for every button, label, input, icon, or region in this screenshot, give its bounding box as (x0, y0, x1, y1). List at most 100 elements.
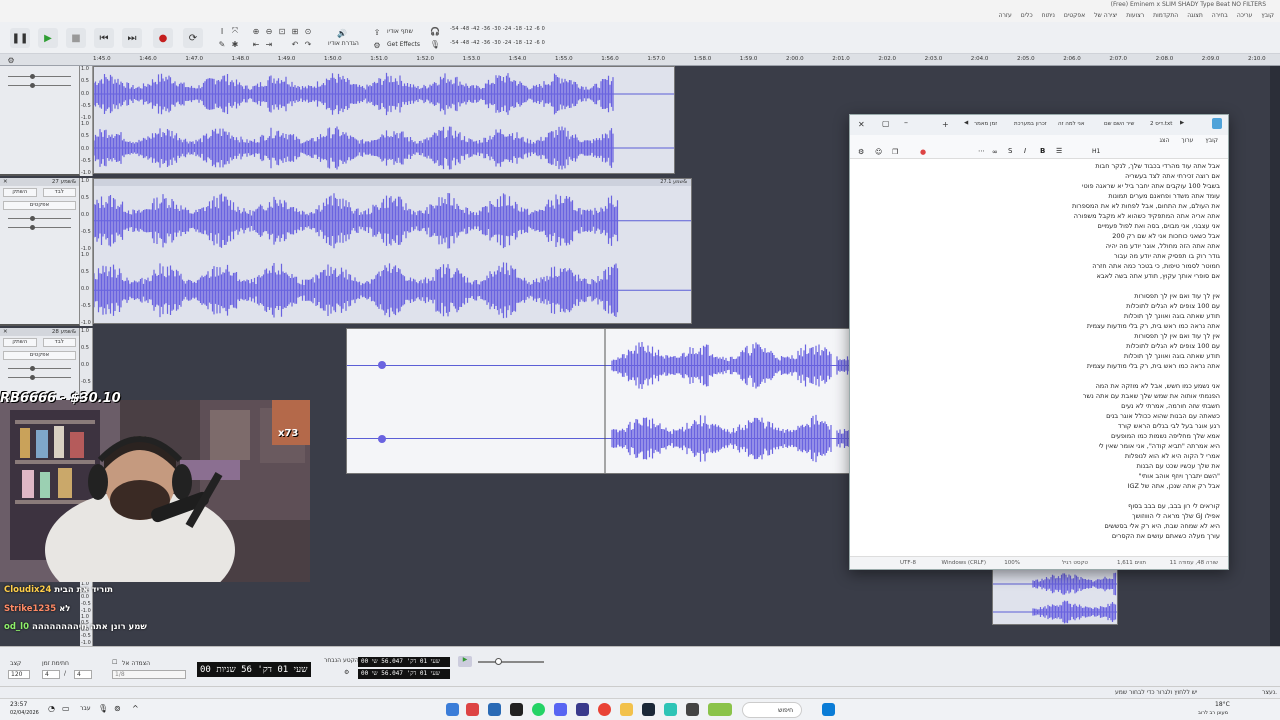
notification-icon[interactable]: ◔ (48, 704, 55, 713)
get-effects-button[interactable]: Get Effects (387, 41, 420, 48)
stop-button[interactable]: ■ (66, 28, 86, 48)
snap-checkbox[interactable]: ☐ (112, 659, 117, 666)
timesig-den[interactable]: 4 (74, 670, 92, 679)
redo-icon[interactable]: ↷ (303, 39, 313, 49)
np-menu-edit[interactable]: ערוך (1181, 137, 1193, 145)
multi-tool-icon[interactable]: ✱ (230, 39, 240, 49)
menu-view[interactable]: תצוגה (1187, 12, 1203, 20)
app-icon-1[interactable] (446, 703, 459, 716)
track-close-icon[interactable]: ✕ (3, 179, 8, 185)
track-name[interactable]: שמע 28& (52, 329, 76, 335)
clock-time[interactable]: 23:57 (10, 701, 27, 708)
menu-file[interactable]: קובץ (1261, 12, 1274, 20)
pan-slider[interactable] (8, 83, 71, 88)
bold-icon[interactable]: B (1040, 147, 1045, 155)
skip-start-button[interactable]: ⏮ (94, 28, 114, 48)
audio-clip-1[interactable] (93, 66, 675, 174)
app-icon-4[interactable] (510, 703, 523, 716)
status-mode[interactable]: טקסט רגיל (1062, 560, 1088, 566)
audio-clip-2[interactable]: שמע 27.1& (93, 178, 692, 324)
gain-slider[interactable] (8, 74, 71, 79)
gain-slider[interactable] (8, 366, 71, 371)
trim-icon[interactable]: ⇤ (251, 39, 261, 49)
audio-clip-4[interactable] (992, 569, 1118, 625)
weather-temp[interactable]: 18°C (1215, 701, 1230, 708)
mute-button[interactable]: השתק (3, 338, 37, 347)
mute-button[interactable]: השתק (3, 188, 37, 197)
np-menu-view[interactable]: הצג (1159, 137, 1169, 145)
effects-button[interactable]: אפקטים (3, 201, 76, 210)
ruler-settings-icon[interactable]: ⚙ (6, 55, 16, 65)
network-icon[interactable]: ⊚ (114, 704, 121, 713)
menu-tools[interactable]: כלים (1021, 12, 1033, 20)
language-icon[interactable]: עבר (80, 705, 91, 712)
tab-4[interactable]: זמן מאמר (974, 121, 997, 127)
app-icon-2[interactable] (466, 703, 479, 716)
effects-button[interactable]: אפקטים (3, 351, 76, 360)
track-panel-1[interactable] (0, 66, 80, 176)
more-icon[interactable]: ⋯ (978, 147, 985, 155)
playback-meter[interactable]: -54 -48 -42 -36 -30 -24 -18 -12 -6 0 (450, 26, 560, 35)
menu-edit[interactable]: עריכה (1237, 12, 1253, 20)
heading-button[interactable]: H1 (1092, 148, 1100, 155)
discord-icon[interactable] (554, 703, 567, 716)
zoom-out-icon[interactable]: ⊖ (264, 26, 274, 36)
menu-transport[interactable]: התקדמות (1153, 12, 1178, 20)
ai-icon[interactable]: ● (920, 148, 926, 156)
play-speed-slider[interactable] (478, 658, 544, 665)
steam-icon[interactable] (642, 703, 655, 716)
select-tool-icon[interactable]: I (217, 26, 227, 36)
plugin-icon[interactable]: ⚙ (372, 40, 382, 50)
status-eol[interactable]: Windows (CRLF) (942, 560, 986, 566)
selection-end[interactable]: 00 שעי 01 דק' 56.047 שי (358, 669, 450, 679)
link-icon[interactable]: ∞ (992, 148, 998, 156)
menu-help[interactable]: עזרה (999, 12, 1012, 20)
status-encoding[interactable]: UTF-8 (900, 560, 916, 566)
clock-date[interactable]: 02/04/2026 (10, 710, 39, 716)
pan-slider[interactable] (8, 225, 71, 230)
snap-select[interactable]: 1/8 (112, 670, 186, 679)
tempo-input[interactable]: 120 (8, 670, 30, 679)
play-button[interactable]: ▶ (38, 28, 58, 48)
maximize-icon[interactable]: ▢ (882, 119, 890, 128)
desktop-icon[interactable]: ▭ (62, 704, 70, 713)
status-zoom[interactable]: 100% (1004, 560, 1020, 566)
file-explorer-icon[interactable] (620, 703, 633, 716)
start-icon[interactable] (822, 703, 835, 716)
track-close-icon[interactable]: ✕ (3, 329, 8, 335)
app-icon-11[interactable] (664, 703, 677, 716)
minimize-icon[interactable]: – (904, 118, 908, 127)
tab-2[interactable]: אני למה זה (1058, 121, 1085, 127)
whatsapp-icon[interactable] (532, 703, 545, 716)
tab-scroll-left-icon[interactable]: ◀ (964, 120, 968, 126)
pause-button[interactable]: ❚❚ (10, 28, 30, 48)
copilot-icon[interactable]: ❐ (892, 148, 898, 156)
close-icon[interactable]: ✕ (858, 120, 865, 129)
tray-expand-icon[interactable]: ^ (132, 704, 139, 713)
solo-button[interactable]: לבד (42, 338, 76, 347)
notepad-text-area[interactable]: אבל אתה עוד מהרדי בכבוד שלך, לנקר חבות אם… (850, 159, 1228, 554)
selection-settings-icon[interactable]: ⚙ (344, 669, 349, 676)
italic-icon[interactable]: I (1024, 147, 1026, 155)
silence-icon[interactable]: ⇥ (264, 39, 274, 49)
track-name[interactable]: שמע 27& (52, 179, 76, 185)
solo-button[interactable]: לבד (42, 188, 76, 197)
tab-3[interactable]: זכרון במערכת (1014, 121, 1047, 127)
tab-0[interactable]: דיס 2.txt (1150, 121, 1172, 127)
draw-tool-icon[interactable]: ✎ (217, 39, 227, 49)
undo-icon[interactable]: ↶ (290, 39, 300, 49)
loop-button[interactable]: ⟳ (183, 28, 203, 48)
record-meter[interactable]: -54 -48 -42 -36 -30 -24 -18 -12 -6 0 (450, 40, 560, 49)
chrome-icon[interactable] (598, 703, 611, 716)
mic-icon[interactable]: 🎙 (98, 704, 108, 713)
zoom-toggle-icon[interactable]: ⊙ (303, 26, 313, 36)
gain-slider[interactable] (8, 216, 71, 221)
app-icon-3[interactable] (488, 703, 501, 716)
zoom-fit-icon[interactable]: ⊞ (290, 26, 300, 36)
track-panel-2[interactable]: ✕ שמע 27& השתק לבד אפקטים (0, 178, 80, 326)
skip-end-button[interactable]: ⏭ (122, 28, 142, 48)
envelope-tool-icon[interactable]: ⤧ (230, 26, 240, 36)
new-tab-icon[interactable]: + (942, 120, 949, 129)
zoom-in-icon[interactable]: ⊕ (251, 26, 261, 36)
play-at-speed-button[interactable]: ▶ (458, 656, 472, 667)
